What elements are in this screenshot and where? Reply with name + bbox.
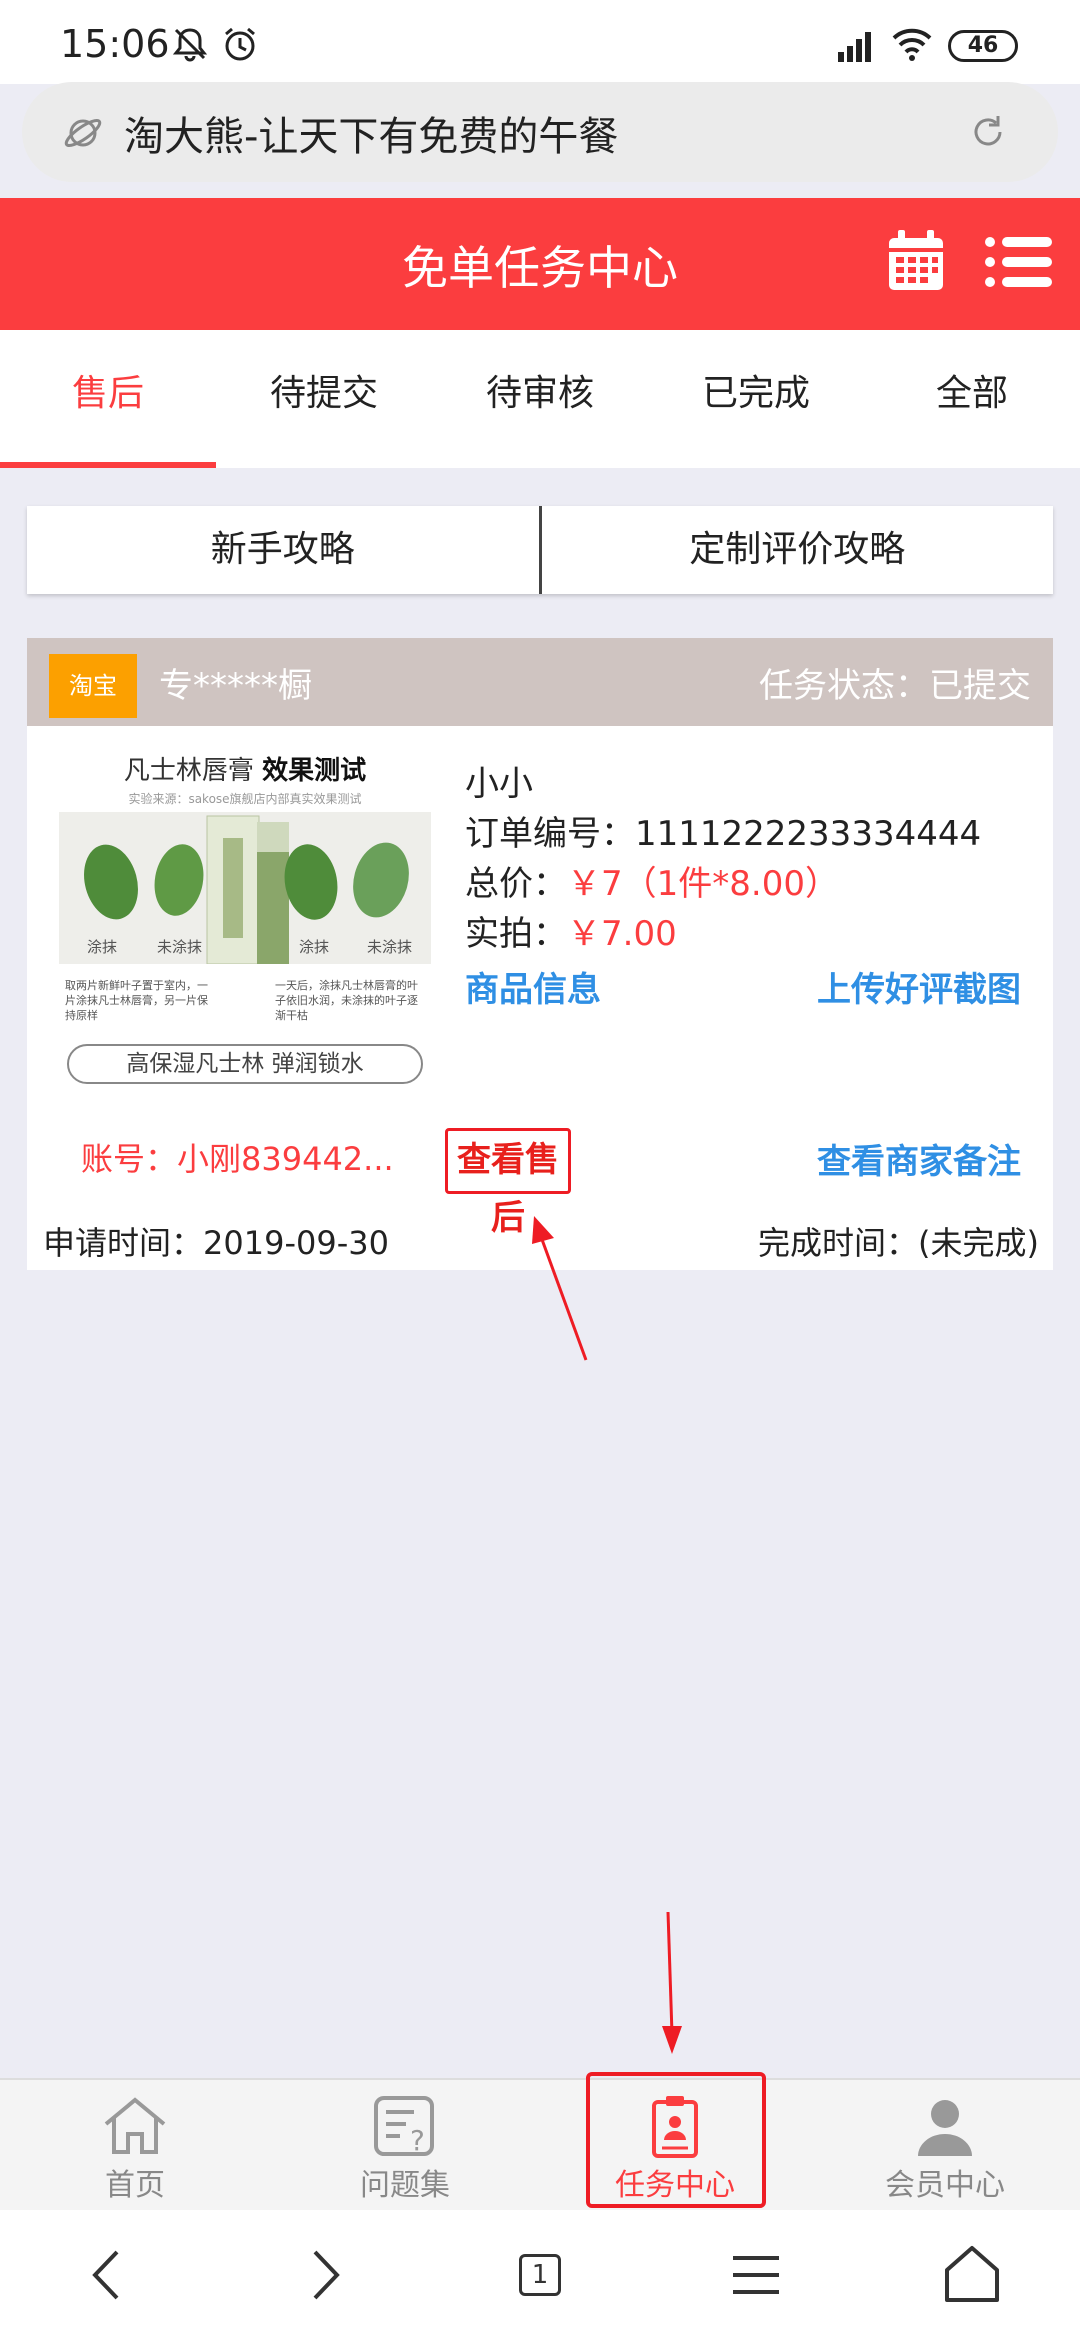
page-header: 免单任务中心	[0, 198, 1080, 330]
nav-member-center-label: 会员中心	[885, 2168, 1005, 2203]
caption-not-applied-2: 未涂抹	[367, 938, 413, 956]
back-icon[interactable]	[63, 2230, 153, 2320]
browser-toolbar: 1	[0, 2210, 1080, 2340]
address-bar[interactable]: 淘大熊-让天下有免费的午餐	[22, 82, 1058, 182]
status-tabs: 售后 待提交 待审核 已完成 全部	[0, 330, 1080, 468]
task-card-header: 淘宝 专*****橱 任务状态：已提交	[27, 638, 1053, 726]
home-icon	[104, 2097, 166, 2154]
bottom-navigation: 首页 ? 问题集 任务中心 会员中心	[0, 2078, 1080, 2210]
home-browser-icon[interactable]	[927, 2230, 1017, 2320]
guide-buttons: 新手攻略 定制评价攻略	[27, 506, 1053, 594]
view-after-sale-button[interactable]: 查看售后	[445, 1128, 571, 1238]
svg-text:?: ?	[410, 2124, 425, 2157]
nav-question-list[interactable]: ? 问题集	[270, 2080, 540, 2212]
task-status: 任务状态：已提交	[759, 658, 1031, 707]
nav-home-label: 首页	[105, 2168, 165, 2203]
thumbnail-subtitle: 实验来源：sakose旗舰店内部真实效果测试	[128, 792, 362, 806]
account-label: 账号：小刚839442...	[81, 1140, 394, 1178]
task-status-value: 已提交	[929, 666, 1031, 706]
caption-applied: 涂抹	[87, 938, 118, 956]
product-thumbnail[interactable]: 凡士林唇膏 效果测试 实验来源：sakose旗舰店内部真实效果测试 涂抹 未涂抹…	[59, 750, 431, 1090]
calendar-icon[interactable]	[886, 228, 946, 294]
annotation-arrow-icon	[532, 1216, 588, 1361]
caption-not-applied: 未涂抹	[157, 938, 203, 956]
list-menu-icon[interactable]	[984, 234, 1054, 290]
tab-after-sale[interactable]: 售后	[0, 330, 216, 468]
forward-icon[interactable]	[279, 2230, 369, 2320]
product-photo: 涂抹 未涂抹 涂抹 未涂抹	[59, 812, 431, 965]
thumbnail-text-left: 取两片新鲜叶子置于室内，一片涂抹凡士林唇膏，另一片保持原样	[65, 979, 208, 1022]
tab-pending-review[interactable]: 待审核	[432, 330, 648, 468]
alarm-icon	[225, 27, 255, 61]
refresh-icon[interactable]	[968, 112, 1008, 152]
status-bar: 15:06 46	[0, 0, 1080, 84]
tabs-counter[interactable]: 1	[495, 2230, 585, 2320]
paid-amount: 实拍：￥7.00	[465, 914, 677, 954]
address-text[interactable]: 淘大熊-让天下有免费的午餐	[124, 104, 618, 162]
hamburger-menu-icon[interactable]	[711, 2230, 801, 2320]
task-card: 淘宝 专*****橱 任务状态：已提交 凡士林唇膏 效果测试 实验来源：sako…	[27, 638, 1053, 1270]
apply-time: 申请时间：2019-09-30	[43, 1224, 389, 1262]
tab-count: 1	[519, 2254, 561, 2296]
thumbnail-title: 凡士林唇膏 效果测试	[123, 756, 367, 786]
platform-badge: 淘宝	[49, 654, 137, 718]
finish-time: 完成时间：(未完成)	[758, 1224, 1039, 1262]
user-icon	[918, 2100, 972, 2156]
buyer-name: 小小	[465, 764, 533, 804]
nav-home[interactable]: 首页	[0, 2080, 270, 2212]
thumbnail-slogan: 高保湿凡士林 弹润锁水	[67, 1044, 423, 1084]
custom-review-guide-button[interactable]: 定制评价攻略	[542, 506, 1054, 594]
battery-indicator: 46	[948, 30, 1018, 62]
upload-review-link[interactable]: 上传好评截图	[817, 962, 1021, 1011]
planet-icon	[64, 119, 102, 147]
annotation-arrow-icon	[662, 1911, 682, 2054]
shop-name: 专*****橱	[159, 666, 312, 706]
tab-all[interactable]: 全部	[864, 330, 1080, 468]
nav-member-center[interactable]: 会员中心	[810, 2080, 1080, 2212]
order-number: 订单编号：1111222233334444	[465, 814, 982, 854]
nav-question-list-label: 问题集	[360, 2168, 450, 2203]
question-list-icon: ?	[374, 2096, 434, 2157]
newbie-guide-button[interactable]: 新手攻略	[27, 506, 539, 594]
mute-bell-icon	[172, 28, 208, 62]
thumbnail-text-right: 一天后，涂抹凡士林唇膏的叶子依旧水润，未涂抹的叶子逐渐干枯	[275, 979, 418, 1022]
task-status-label: 任务状态：	[759, 666, 929, 706]
caption-applied-2: 涂抹	[299, 938, 330, 956]
signal-icon	[838, 32, 871, 62]
status-time: 15:06	[60, 22, 170, 66]
tab-completed[interactable]: 已完成	[648, 330, 864, 468]
merchant-note-link[interactable]: 查看商家备注	[817, 1134, 1021, 1183]
product-info-link[interactable]: 商品信息	[465, 962, 601, 1011]
task-center-highlight-box	[586, 2072, 766, 2208]
wifi-icon	[892, 28, 932, 61]
tab-pending-submit[interactable]: 待提交	[216, 330, 432, 468]
total-price: 总价：￥7（1件*8.00）	[465, 864, 839, 904]
